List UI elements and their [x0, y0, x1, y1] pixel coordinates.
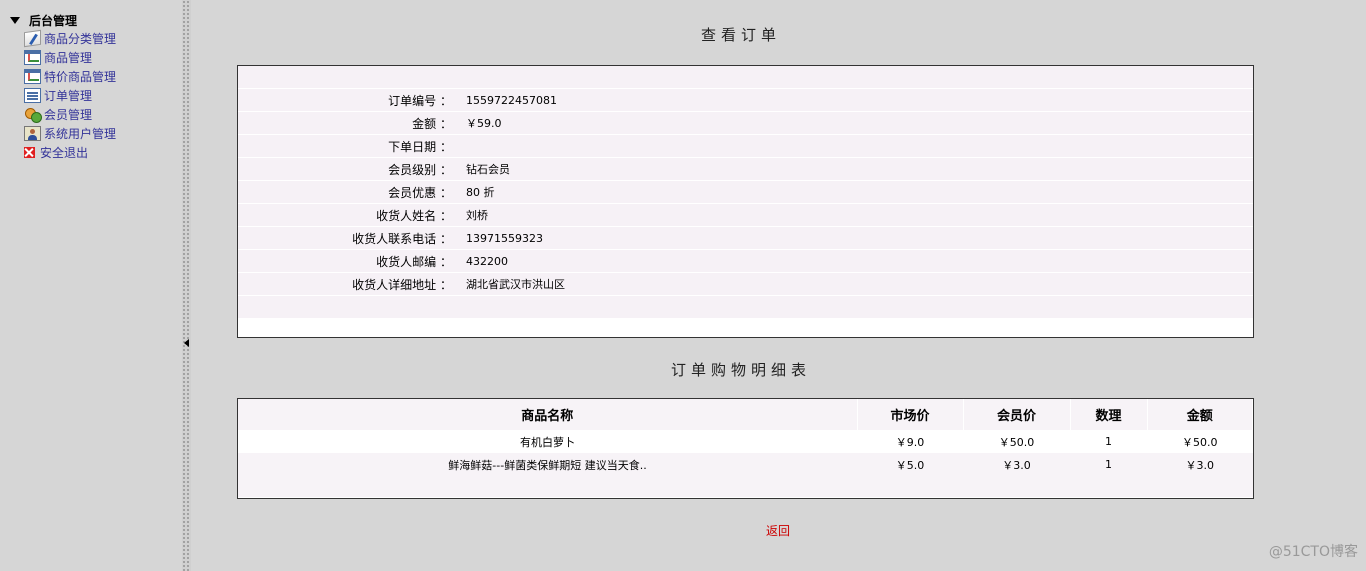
field-value: 1559722457081	[466, 93, 557, 107]
sidebar: 后台管理 商品分类管理 商品管理 特价商品管理 订单管理 会员管理 系统用户管理	[0, 0, 182, 571]
field-value: 钻石会员	[466, 163, 510, 176]
sidebar-item-category[interactable]: 商品分类管理	[24, 29, 116, 48]
sidebar-item-system-users[interactable]: 系统用户管理	[24, 124, 116, 143]
info-row-receiver-zip: 收货人邮编 ： 432200	[238, 250, 1253, 273]
cell-market-price: ￥5.0	[857, 453, 963, 476]
sidebar-item-orders[interactable]: 订单管理	[24, 86, 116, 105]
column-header: 金额	[1147, 399, 1253, 430]
field-value: 湖北省武汉市洪山区	[466, 278, 565, 291]
spacer-row	[238, 296, 1253, 319]
edit-icon	[24, 29, 41, 48]
order-info-panel: 订单编号 ： 1559722457081 金额 ： ￥59.0 下单日期 ： 会…	[237, 65, 1254, 338]
watermark: @51CTO博客	[1268, 544, 1358, 560]
caret-down-icon[interactable]	[10, 17, 20, 24]
collapse-arrow-icon[interactable]	[184, 339, 189, 347]
sidebar-item-products[interactable]: 商品管理	[24, 48, 116, 67]
cell-quantity: 1	[1070, 453, 1147, 476]
info-row-receiver-phone: 收货人联系电话 ： 13971559323	[238, 227, 1253, 250]
field-value: 432200	[466, 254, 508, 268]
field-value: 13971559323	[466, 231, 543, 245]
column-header: 商品名称	[238, 399, 858, 430]
info-row-receiver-address: 收货人详细地址 ： 湖北省武汉市洪山区	[238, 273, 1253, 296]
user-icon	[24, 126, 41, 141]
table-header-row: 商品名称 市场价 会员价 数理 金额	[238, 399, 1253, 430]
spacer-row	[238, 66, 1253, 89]
tree-root-admin[interactable]: 后台管理	[10, 12, 77, 29]
sidebar-item-logout[interactable]: 安全退出	[24, 143, 116, 162]
chart-icon	[24, 69, 41, 84]
field-value: 刘桥	[466, 209, 488, 222]
sidebar-menu: 商品分类管理 商品管理 特价商品管理 订单管理 会员管理 系统用户管理 安全退出	[24, 29, 116, 162]
table-row: 鲜海鲜菇---鲜菌类保鲜期短 建议当天食.. ￥5.0 ￥3.0 1 ￥3.0	[238, 453, 1253, 476]
cell-product-name: 鲜海鲜菇---鲜菌类保鲜期短 建议当天食..	[238, 453, 857, 476]
sidebar-item-label: 订单管理	[44, 89, 93, 103]
field-label: 收货人联系电话 ：	[352, 231, 452, 246]
sidebar-item-label: 商品管理	[44, 51, 93, 65]
sidebar-item-special-products[interactable]: 特价商品管理	[24, 67, 116, 86]
return-link[interactable]: 返回	[766, 522, 790, 539]
field-label: 收货人详细地址 ：	[352, 277, 452, 292]
info-row-receiver-name: 收货人姓名 ： 刘桥	[238, 204, 1253, 227]
field-value: 80 折	[466, 186, 495, 199]
info-row-order-date: 下单日期 ：	[238, 135, 1253, 158]
cell-member-price: ￥50.0	[998, 435, 1035, 449]
main-content: 查看订单 订单编号 ： 1559722457081 金额 ： ￥59.0 下单日…	[191, 0, 1366, 571]
sidebar-item-label: 特价商品管理	[44, 70, 117, 84]
field-label: 订单编号 ：	[388, 93, 452, 108]
table-row: 有机白萝卜 ￥9.0 ￥50.0 1 ￥50.0	[238, 430, 1253, 453]
sidebar-item-label: 安全退出	[40, 146, 89, 160]
field-label: 下单日期 ：	[388, 139, 452, 154]
column-header: 市场价	[857, 399, 964, 430]
cell-amount: ￥3.0	[1147, 453, 1253, 476]
chart-icon	[24, 50, 41, 65]
field-label: 会员级别 ：	[388, 162, 452, 177]
sidebar-item-label: 商品分类管理	[44, 32, 117, 46]
info-row-member-level: 会员级别 ： 钻石会员	[238, 158, 1253, 181]
cell-member-price: ￥3.0	[963, 453, 1070, 476]
field-value: ￥59.0	[466, 117, 502, 130]
order-detail-panel: 商品名称 市场价 会员价 数理 金额 有机白萝卜 ￥9.0 ￥50.0 1 ￥5…	[237, 398, 1254, 499]
info-row-amount: 金额 ： ￥59.0	[238, 112, 1253, 135]
tree-root-label: 后台管理	[29, 14, 78, 28]
group-icon	[24, 107, 42, 123]
detail-title: 订单购物明细表	[670, 361, 811, 379]
order-detail-table: 商品名称 市场价 会员价 数理 金额 有机白萝卜 ￥9.0 ￥50.0 1 ￥5…	[238, 399, 1253, 497]
column-header: 数理	[1070, 399, 1148, 430]
exit-icon	[24, 147, 35, 158]
field-label: 收货人邮编 ：	[376, 254, 452, 269]
cell-market-price: ￥9.0	[895, 435, 925, 449]
field-label: 会员优惠 ：	[388, 185, 452, 200]
sidebar-item-label: 会员管理	[44, 108, 93, 122]
sidebar-item-label: 系统用户管理	[44, 127, 117, 141]
list-icon	[24, 88, 41, 103]
column-header: 会员价	[963, 399, 1071, 430]
cell-quantity: 1	[1105, 435, 1112, 448]
sidebar-item-members[interactable]: 会员管理	[24, 105, 116, 124]
info-row-order-no: 订单编号 ： 1559722457081	[238, 89, 1253, 112]
frame-splitter[interactable]	[182, 0, 191, 571]
cell-product-name: 有机白萝卜	[520, 435, 575, 449]
spacer-row	[238, 476, 1253, 497]
field-label: 收货人姓名 ：	[376, 208, 452, 223]
order-title: 查看订单	[700, 26, 781, 44]
cell-amount: ￥50.0	[1182, 435, 1218, 449]
field-label: 金额 ：	[412, 116, 452, 131]
info-row-member-discount: 会员优惠 ： 80 折	[238, 181, 1253, 204]
